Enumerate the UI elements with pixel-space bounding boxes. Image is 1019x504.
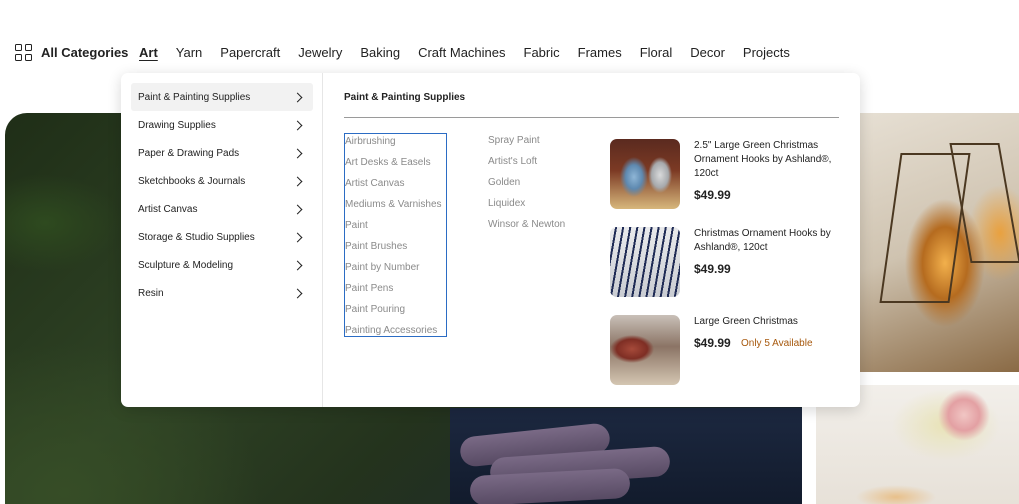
nav-link-decor[interactable]: Decor (690, 45, 725, 60)
grid-icon (15, 44, 32, 61)
chevron-right-icon (292, 204, 303, 214)
product-title[interactable]: Large Green Christmas (694, 315, 839, 329)
brand-link[interactable]: Winsor & Newton (488, 217, 598, 238)
menu-item-drawing-supplies[interactable]: Drawing Supplies (131, 111, 313, 139)
category-menu: Paint & Painting Supplies Drawing Suppli… (121, 73, 323, 407)
pane-title: Paint & Painting Supplies (344, 92, 466, 103)
nav-link-floral[interactable]: Floral (640, 45, 673, 60)
subcategory-link[interactable]: Spray Paint (488, 133, 598, 154)
subcategory-link[interactable]: Paint Pouring (345, 302, 446, 323)
subcategory-link[interactable]: Paint (345, 218, 446, 239)
chevron-right-icon (292, 232, 303, 242)
menu-item-artist-canvas[interactable]: Artist Canvas (131, 195, 313, 223)
subcategory-link[interactable]: Mediums & Varnishes (345, 197, 446, 218)
menu-item-resin[interactable]: Resin (131, 279, 313, 307)
nav-link-frames[interactable]: Frames (578, 45, 622, 60)
art-mega-menu: Paint & Painting Supplies Drawing Suppli… (121, 73, 860, 407)
category-nav-links: Art Yarn Papercraft Jewelry Baking Craft… (139, 45, 808, 60)
menu-item-label: Paint & Painting Supplies (138, 91, 251, 103)
divider (344, 117, 839, 118)
product-card[interactable]: Large Green Christmas $49.99 Only 5 Avai… (610, 315, 850, 387)
product-title[interactable]: Christmas Ornament Hooks by Ashland®, 12… (694, 227, 839, 255)
all-categories-button[interactable]: All Categories (15, 44, 128, 61)
subcategory-link[interactable]: Paint Brushes (345, 239, 446, 260)
product-price: $49.99 (694, 188, 731, 202)
chevron-right-icon (292, 92, 303, 102)
brand-link[interactable]: Liquidex (488, 196, 598, 217)
hero-image-lantern (860, 113, 1019, 372)
subcategory-link[interactable]: Art Desks & Easels (345, 155, 446, 176)
subcategory-link[interactable]: Airbrushing (345, 134, 446, 155)
chevron-right-icon (292, 260, 303, 270)
nav-link-baking[interactable]: Baking (360, 45, 400, 60)
product-price: $49.99 (694, 262, 731, 276)
menu-item-label: Artist Canvas (138, 203, 198, 215)
nav-link-craft-machines[interactable]: Craft Machines (418, 45, 505, 60)
brand-link[interactable]: Artist's Loft (488, 154, 598, 175)
product-card[interactable]: 2.5" Large Green Christmas Ornament Hook… (610, 139, 850, 211)
subcategory-link[interactable]: Painting Accessories (345, 323, 446, 344)
subcategory-link[interactable]: Paint by Number (345, 260, 446, 281)
menu-item-sculpture-modeling[interactable]: Sculpture & Modeling (131, 251, 313, 279)
chevron-right-icon (292, 288, 303, 298)
subcategory-list-focused: Airbrushing Art Desks & Easels Artist Ca… (344, 133, 447, 337)
chevron-right-icon (292, 176, 303, 186)
brand-link[interactable]: Golden (488, 175, 598, 196)
menu-item-label: Paper & Drawing Pads (138, 147, 240, 159)
nav-link-papercraft[interactable]: Papercraft (220, 45, 280, 60)
subcategory-link[interactable]: Artist Canvas (345, 176, 446, 197)
nav-link-jewelry[interactable]: Jewelry (298, 45, 342, 60)
product-image-brushes[interactable] (610, 227, 680, 297)
menu-item-label: Resin (138, 287, 164, 299)
product-title[interactable]: 2.5" Large Green Christmas Ornament Hook… (694, 139, 839, 181)
menu-item-label: Sketchbooks & Journals (138, 175, 246, 187)
menu-item-label: Storage & Studio Supplies (138, 231, 255, 243)
product-price: $49.99 (694, 336, 731, 350)
brand-list: Spray Paint Artist's Loft Golden Liquide… (488, 133, 598, 238)
availability-badge: Only 5 Available (741, 338, 813, 349)
nav-link-projects[interactable]: Projects (743, 45, 790, 60)
nav-link-art[interactable]: Art (139, 45, 158, 60)
menu-item-sketchbooks-journals[interactable]: Sketchbooks & Journals (131, 167, 313, 195)
subcategory-pane: Paint & Painting Supplies Airbrushing Ar… (324, 73, 860, 407)
chevron-right-icon (292, 120, 303, 130)
nav-link-fabric[interactable]: Fabric (524, 45, 560, 60)
all-categories-label: All Categories (41, 45, 129, 60)
subcategory-link[interactable]: Paint Pens (345, 281, 446, 302)
product-card[interactable]: Christmas Ornament Hooks by Ashland®, 12… (610, 227, 850, 299)
menu-item-paint-painting-supplies[interactable]: Paint & Painting Supplies (131, 83, 313, 111)
product-image-paint-jars[interactable] (610, 139, 680, 209)
menu-item-storage-studio-supplies[interactable]: Storage & Studio Supplies (131, 223, 313, 251)
menu-item-label: Drawing Supplies (138, 119, 216, 131)
product-image-brush-case[interactable] (610, 315, 680, 385)
chevron-right-icon (292, 148, 303, 158)
menu-item-label: Sculpture & Modeling (138, 259, 234, 271)
hero-candles-image (450, 408, 802, 504)
menu-item-paper-drawing-pads[interactable]: Paper & Drawing Pads (131, 139, 313, 167)
nav-link-yarn[interactable]: Yarn (176, 45, 203, 60)
